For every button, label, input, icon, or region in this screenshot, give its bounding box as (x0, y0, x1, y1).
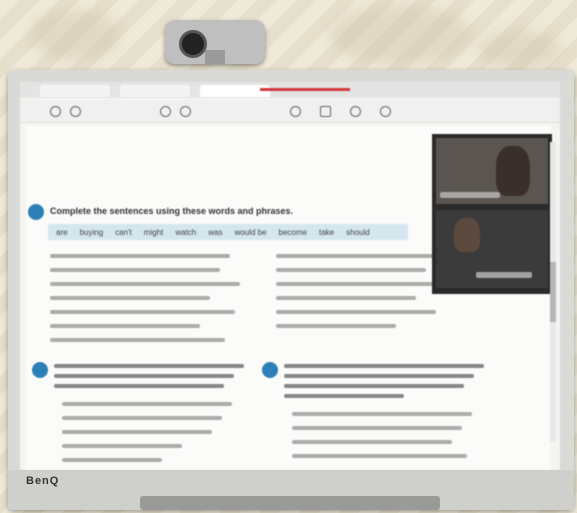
word-bank-item: can't (115, 227, 132, 237)
exercise-line (276, 268, 426, 272)
page-scrollbar[interactable] (550, 142, 556, 442)
exercise-number-badge (262, 362, 278, 378)
video-call-panel (432, 134, 552, 294)
word-bank-item: are (56, 227, 68, 237)
participant-silhouette (496, 146, 530, 196)
recording-indicator (260, 88, 350, 91)
word-bank-item: watch (175, 227, 197, 237)
exercise-line (292, 454, 467, 458)
exercise-instruction: Complete the sentences using these words… (50, 206, 294, 216)
exercise-heading (284, 364, 484, 368)
participant-name-label (440, 192, 500, 198)
exercise-line (276, 282, 446, 286)
camera-lens (179, 30, 207, 58)
monitor-screen: Complete the sentences using these words… (20, 82, 560, 470)
exercise-line (50, 282, 240, 286)
exercise-line (62, 458, 162, 462)
word-bank-item: was (208, 227, 223, 237)
monitor-brand-logo: BenQ (26, 475, 60, 487)
exercise-line (50, 338, 225, 342)
participant-name-label (476, 272, 532, 278)
word-bank: are buying can't might watch was would be becom… (48, 224, 408, 240)
word-bank-item: become (278, 227, 307, 237)
browser-tab-bar (20, 82, 560, 98)
exercise-line (50, 324, 200, 328)
exercise-line (276, 254, 436, 258)
participant-silhouette (454, 218, 480, 252)
exercise-line (50, 310, 235, 314)
word-bank-item: take (319, 227, 335, 237)
exercise-line (50, 254, 230, 258)
pencil-icon[interactable] (320, 106, 331, 117)
exercise-line (50, 296, 210, 300)
exercise-heading (284, 384, 464, 388)
exercise-line (276, 296, 416, 300)
word-bank-item: buying (79, 227, 104, 237)
exercise-heading (54, 384, 224, 388)
browser-tab-active[interactable] (200, 85, 270, 97)
exercise-heading (54, 374, 234, 378)
exercise-line (292, 412, 472, 416)
tool-icon[interactable] (70, 106, 81, 117)
exercise-heading (284, 374, 474, 378)
browser-tab[interactable] (40, 85, 110, 97)
exercise-line (62, 444, 182, 448)
search-icon[interactable] (290, 106, 301, 117)
undo-icon[interactable] (350, 106, 361, 117)
whiteboard-toolbar (20, 100, 560, 123)
exercise-line (62, 416, 222, 420)
exercise-line (276, 324, 396, 328)
exercise-number-badge (28, 204, 44, 220)
tool-icon[interactable] (180, 106, 191, 117)
word-bank-item: should (346, 227, 370, 237)
redo-icon[interactable] (380, 106, 391, 117)
exercise-line (292, 440, 452, 444)
exercise-heading (284, 394, 404, 398)
exercise-line (62, 430, 212, 434)
exercise-heading (54, 364, 244, 368)
exercise-line (276, 310, 436, 314)
exercise-number-badge (32, 362, 48, 378)
scrollbar-thumb[interactable] (550, 262, 556, 322)
exercise-line (62, 402, 232, 406)
word-bank-item: would be (234, 227, 267, 237)
exercise-line (50, 268, 220, 272)
webcam-clip (205, 50, 225, 64)
browser-tab[interactable] (120, 85, 190, 97)
webcam-icon (165, 20, 265, 64)
word-bank-item: might (143, 227, 164, 237)
tool-icon[interactable] (50, 106, 61, 117)
monitor-stand (140, 496, 440, 510)
tool-icon[interactable] (160, 106, 171, 117)
exercise-line (292, 426, 462, 430)
